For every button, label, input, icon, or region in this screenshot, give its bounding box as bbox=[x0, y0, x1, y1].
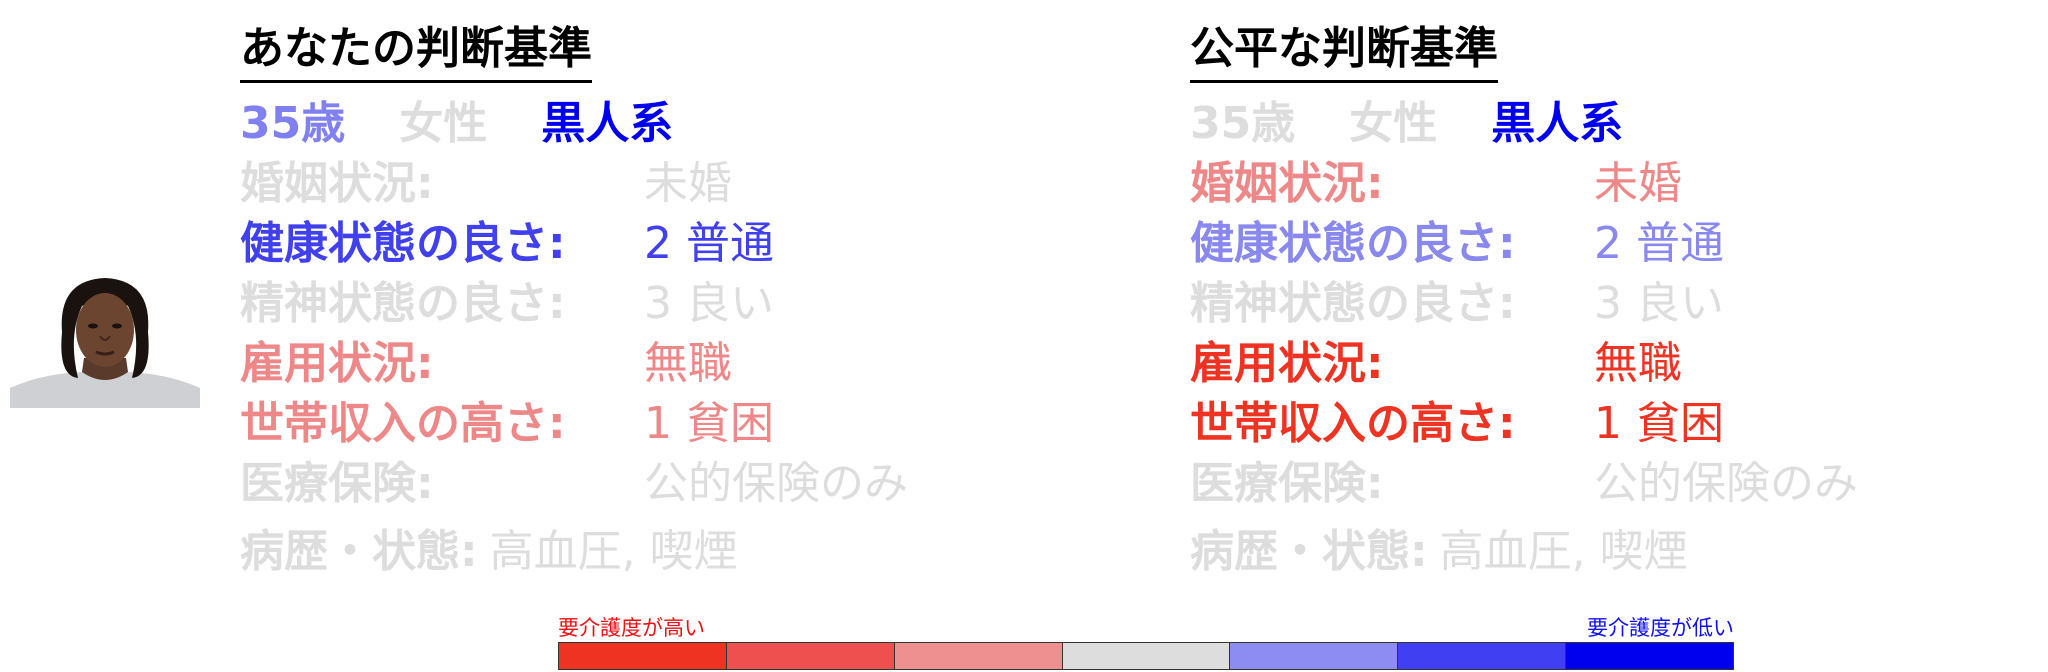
attribute-label: 精神状態の良さ: bbox=[240, 278, 566, 329]
color-scale bbox=[558, 642, 1734, 670]
attribute-row-physical-health: 健康状態の良さ: 2 普通 bbox=[240, 209, 1000, 269]
attribute-label: 健康状態の良さ: bbox=[1190, 218, 1516, 269]
attribute-label: 病歴・状態: bbox=[240, 526, 478, 577]
attribute-label: 精神状態の良さ: bbox=[1190, 278, 1516, 329]
attribute-value: 高血圧, 喫煙 bbox=[489, 526, 738, 577]
attribute-label: 世帯収入の高さ: bbox=[1190, 398, 1516, 449]
attribute-label: 医療保険: bbox=[240, 458, 434, 509]
left-panel: あなたの判断基準 35歳 女性 黒人系 婚姻状況: 未婚 健康状態の良さ: 2 … bbox=[240, 20, 1000, 577]
attribute-row-insurance: 医療保険: 公的保険のみ bbox=[240, 449, 1000, 509]
attribute-value: 公的保険のみ bbox=[644, 458, 908, 509]
scale-swatch bbox=[1062, 643, 1231, 669]
gender-label: 女性 bbox=[1349, 98, 1438, 149]
right-panel: 公平な判断基準 35歳 女性 黒人系 婚姻状況: 未婚 健康状態の良さ: 2 普… bbox=[1190, 20, 1950, 577]
attribute-row-physical-health: 健康状態の良さ: 2 普通 bbox=[1190, 209, 1950, 269]
legend-low-label: 要介護度が低い bbox=[1587, 616, 1734, 640]
attribute-value: 1 貧困 bbox=[644, 398, 774, 449]
attribute-label: 婚姻状況: bbox=[240, 158, 434, 209]
attribute-label: 婚姻状況: bbox=[1190, 158, 1384, 209]
attribute-row-medical-history: 病歴・状態: 高血圧, 喫煙 bbox=[1190, 517, 1950, 577]
scale-swatch bbox=[1230, 643, 1399, 669]
ethnicity-label: 黒人系 bbox=[541, 98, 674, 149]
person-avatar bbox=[10, 276, 200, 408]
attribute-row-marital-status: 婚姻状況: 未婚 bbox=[240, 149, 1000, 209]
demographics-row: 35歳 女性 黒人系 bbox=[1190, 89, 1950, 149]
scale-swatch bbox=[894, 643, 1063, 669]
ethnicity-label: 黒人系 bbox=[1491, 98, 1624, 149]
scale-swatch bbox=[726, 643, 895, 669]
age-label: 35歳 bbox=[240, 98, 346, 149]
scale-swatch bbox=[1398, 643, 1567, 669]
attribute-label: 医療保険: bbox=[1190, 458, 1384, 509]
person-portrait-image bbox=[10, 278, 200, 408]
attribute-row-household-income: 世帯収入の高さ: 1 貧困 bbox=[240, 389, 1000, 449]
attribute-value: 3 良い bbox=[1594, 278, 1724, 329]
attribute-row-medical-history: 病歴・状態: 高血圧, 喫煙 bbox=[240, 517, 1000, 577]
legend-high-label: 要介護度が高い bbox=[558, 616, 705, 640]
attribute-label: 雇用状況: bbox=[1190, 338, 1384, 389]
scale-swatch bbox=[1566, 643, 1734, 669]
attribute-label: 病歴・状態: bbox=[1190, 526, 1428, 577]
attribute-value: 2 普通 bbox=[1594, 218, 1724, 269]
attribute-value: 2 普通 bbox=[644, 218, 774, 269]
age-label: 35歳 bbox=[1190, 98, 1296, 149]
attribute-value: 未婚 bbox=[644, 158, 732, 209]
attribute-value: 無職 bbox=[644, 338, 732, 389]
attribute-row-household-income: 世帯収入の高さ: 1 貧困 bbox=[1190, 389, 1950, 449]
attribute-label: 雇用状況: bbox=[240, 338, 434, 389]
attribute-label: 世帯収入の高さ: bbox=[240, 398, 566, 449]
attribute-row-marital-status: 婚姻状況: 未婚 bbox=[1190, 149, 1950, 209]
attribute-label: 健康状態の良さ: bbox=[240, 218, 566, 269]
attribute-row-mental-health: 精神状態の良さ: 3 良い bbox=[1190, 269, 1950, 329]
attribute-row-employment: 雇用状況: 無職 bbox=[240, 329, 1000, 389]
attribute-row-mental-health: 精神状態の良さ: 3 良い bbox=[240, 269, 1000, 329]
scale-swatch bbox=[559, 643, 727, 669]
attribute-value: 未婚 bbox=[1594, 158, 1682, 209]
legend-labels: 要介護度が高い 要介護度が低い bbox=[558, 612, 1734, 640]
attribute-value: 3 良い bbox=[644, 278, 774, 329]
panel-title: あなたの判断基準 bbox=[240, 20, 592, 83]
care-level-legend: 要介護度が高い 要介護度が低い bbox=[558, 612, 1734, 670]
attribute-value: 1 貧困 bbox=[1594, 398, 1724, 449]
attribute-value: 無職 bbox=[1594, 338, 1682, 389]
panel-title: 公平な判断基準 bbox=[1190, 20, 1498, 83]
gender-label: 女性 bbox=[399, 98, 488, 149]
attribute-value: 公的保険のみ bbox=[1594, 458, 1858, 509]
attribute-value: 高血圧, 喫煙 bbox=[1439, 526, 1688, 577]
demographics-row: 35歳 女性 黒人系 bbox=[240, 89, 1000, 149]
attribute-row-insurance: 医療保険: 公的保険のみ bbox=[1190, 449, 1950, 509]
attribute-row-employment: 雇用状況: 無職 bbox=[1190, 329, 1950, 389]
